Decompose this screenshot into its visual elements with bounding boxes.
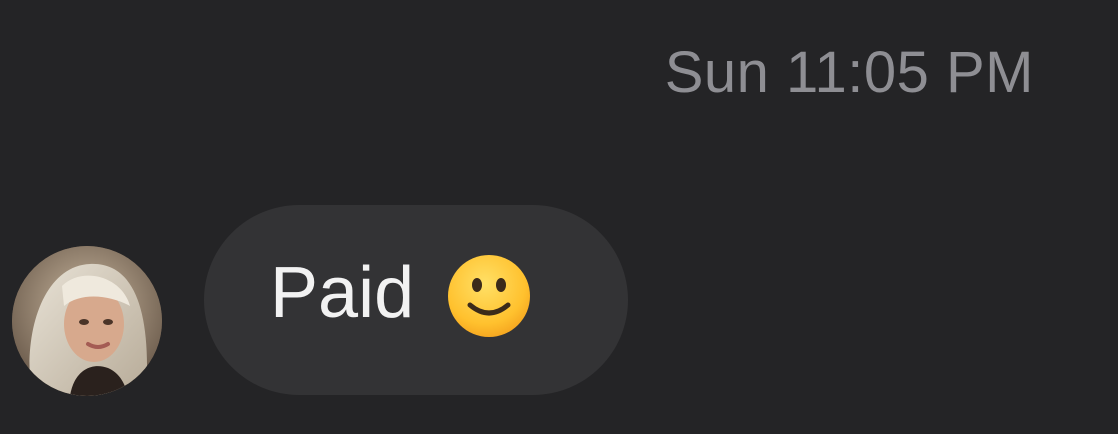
avatar-photo — [12, 246, 162, 396]
slightly-smiling-face-icon — [448, 255, 531, 337]
message-text: Paid — [270, 253, 415, 333]
avatar[interactable] — [12, 246, 162, 396]
message-timestamp: Sun 11:05 PM — [664, 40, 1034, 105]
message-thread: Sun 11:05 PM Paid — [0, 0, 1118, 434]
message-bubble[interactable]: Paid — [204, 205, 628, 395]
